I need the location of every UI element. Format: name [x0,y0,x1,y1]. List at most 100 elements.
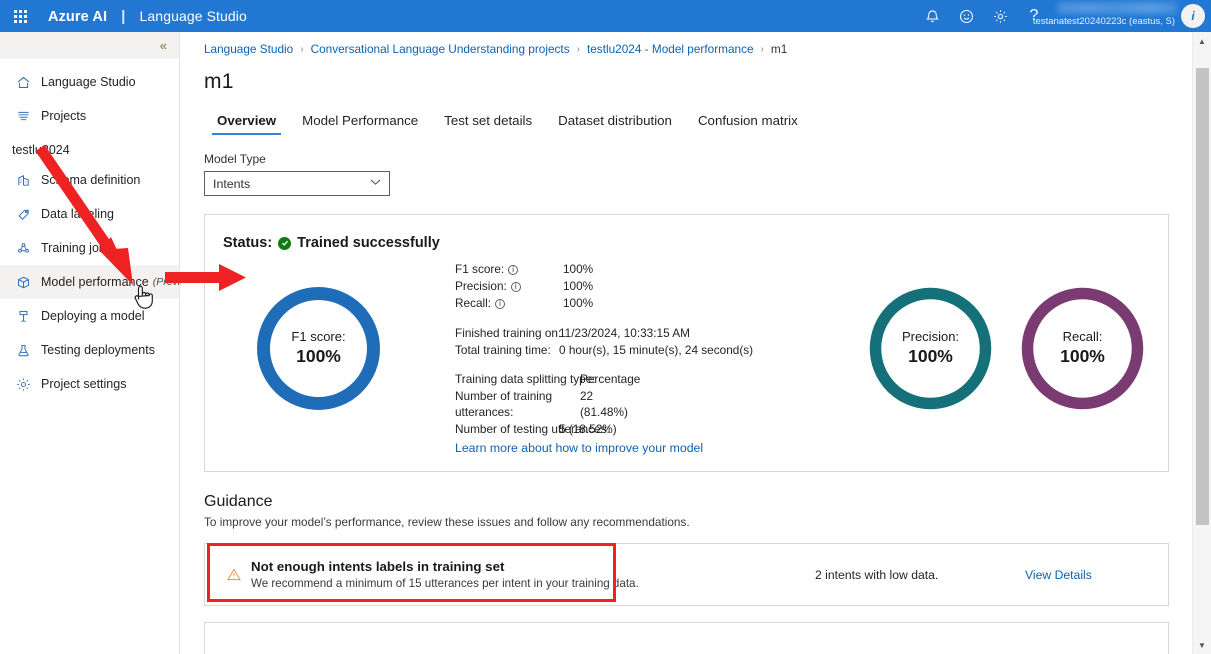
model-type-select[interactable]: Intents [204,171,390,196]
tab-dataset-distribution[interactable]: Dataset distribution [545,113,685,135]
chevron-double-left-icon: « [159,38,167,53]
sidebar-item-data-labeling[interactable]: Data labeling [0,197,179,231]
guidance-card-secondary[interactable] [204,622,1169,654]
tab-model-performance[interactable]: Model Performance [289,113,431,135]
guidance-card-title: Not enough intents labels in training se… [251,558,505,574]
status-badge: Status: Trained successfully [223,235,440,251]
sidebar-item-deploying-a-model[interactable]: Deploying a model [0,299,179,333]
metric-value-training-utterances-2: (81.48%) [580,405,628,419]
model-status-card: Status: Trained successfully F1 score: 1… [204,214,1169,472]
sidebar-item-label: Deploying a model [41,309,145,323]
breadcrumb-item-model-performance[interactable]: testlu2024 - Model performance [587,42,754,56]
sidebar-project-name: testlu2024 [12,143,70,157]
f1-score-donut: F1 score: 100% [253,283,384,414]
brand-azure-ai: Azure AI [48,8,108,25]
metric-label-testing-utterances: Number of testing utterances: [455,421,610,436]
scroll-up-button[interactable]: ▲ [1193,32,1211,50]
guidance-heading: Guidance [204,493,273,510]
sidebar-item-label: Data labeling [41,207,114,221]
metric-row-splitting-type: Training data splitting type: Percentage [455,371,785,388]
info-icon[interactable]: i [510,281,521,292]
avatar[interactable]: i [1181,4,1205,28]
account-resource-label: testanatest20240223c (eastus, S) [1032,16,1175,27]
app-launcher-grid-icon[interactable] [0,0,40,32]
metric-row-finished-training: Finished training on: 11/23/2024, 10:33:… [455,325,785,342]
home-icon [12,72,34,92]
sidebar-item-label: Model performance [41,275,149,289]
guidance-card-count: 2 intents with low data. [815,567,939,582]
sidebar-item-language-studio[interactable]: Language Studio [0,65,179,99]
success-check-icon [278,236,292,250]
metric-label-f1: F1 score: [455,262,505,276]
scrollbar-thumb[interactable] [1196,68,1209,525]
brand-title[interactable]: Azure AI | Language Studio [48,8,247,25]
guidance-subheading: To improve your model’s performance, rev… [204,515,690,529]
metric-value-testing-utterances: 5 (18.52%) [559,421,617,436]
training-network-icon [12,238,34,258]
sidebar-item-schema-definition[interactable]: Schema definition [0,163,179,197]
sidebar-item-training-jobs[interactable]: Training jobs [0,231,179,265]
left-sidebar: « Language Studio Projects testlu2024 Sc… [0,32,197,654]
breadcrumb-item-clu-projects[interactable]: Conversational Language Understanding pr… [311,42,570,56]
metric-row-training-utterances-2: utterances: (81.48%) [455,404,785,421]
breadcrumb-separator: › [760,43,764,55]
metric-row-training-utterances-1: Number of training 22 [455,388,785,405]
guidance-card-text: Not enough intents labels in training se… [251,558,639,592]
tab-confusion-matrix[interactable]: Confusion matrix [685,113,811,135]
guidance-card-view-details-link[interactable]: View Details [1025,568,1092,582]
learn-more-link[interactable]: Learn more about how to improve your mod… [455,441,703,455]
tab-overview[interactable]: Overview [204,113,289,135]
sidebar-item-label: Projects [41,109,87,123]
sidebar-item-label: Project settings [41,377,127,391]
feedback-smiley-icon[interactable] [949,0,983,32]
tab-test-set-details[interactable]: Test set details [431,113,545,135]
schema-icon [12,170,34,190]
metric-row-recall: Recall: i 100% [455,295,785,312]
metric-label-training-utterances-2: utterances: [455,405,514,419]
warning-triangle-icon [225,568,243,581]
f1-donut-value: 100% [296,345,341,366]
guidance-card-description: We recommend a minimum of 15 utterances … [251,576,639,590]
metric-value-training-time: 0 hour(s), 15 minute(s), 24 second(s) [559,342,754,357]
breadcrumb-item-current: m1 [770,42,788,56]
metrics-block: F1 score: i 100% Precision: i 100% Recal… [455,261,785,437]
breadcrumb-item-language-studio[interactable]: Language Studio [204,42,293,56]
settings-gear-icon[interactable] [983,0,1017,32]
breadcrumb: Language Studio › Conversational Languag… [181,32,1192,56]
breadcrumb-separator: › [576,43,580,55]
metric-label-precision: Precision: [455,279,507,293]
sidebar-item-testing-deployments[interactable]: Testing deployments [0,333,179,367]
sidebar-item-label: Schema definition [41,173,141,187]
metric-row-precision: Precision: i 100% [455,278,785,295]
sidebar-item-label: Testing deployments [41,343,155,357]
main-content: Language Studio › Conversational Languag… [181,32,1192,654]
f1-donut-label: F1 score: [291,329,346,345]
model-type-value: Intents [213,176,251,191]
notifications-bell-icon[interactable] [915,0,949,32]
guidance-card-low-data[interactable]: Not enough intents labels in training se… [204,543,1169,606]
sidebar-item-model-performance[interactable]: Model performance (Preview) [0,265,197,299]
scroll-down-button[interactable]: ▼ [1193,636,1211,654]
flask-icon [12,340,34,360]
info-icon[interactable]: i [508,264,519,275]
metric-value-splitting-type: Percentage [580,372,641,386]
precision-donut: Precision: 100% [865,283,996,414]
account-info[interactable]: testanatest20240223c (eastus, S) i [1033,0,1211,32]
info-icon[interactable]: i [495,298,506,309]
metric-value-recall: 100% [563,296,594,310]
sidebar-item-project-settings[interactable]: Project settings [0,367,179,401]
metric-label-finished-training: Finished training on: [455,326,562,340]
metric-value-precision: 100% [563,279,594,293]
sidebar-item-projects[interactable]: Projects [0,99,179,133]
tab-bar: Overview Model Performance Test set deta… [181,105,1192,135]
deploy-icon [12,306,34,326]
recall-donut: Recall: 100% [1017,283,1148,414]
metric-value-f1: 100% [563,262,594,276]
metric-value-training-utterances-1: 22 [580,388,594,403]
sidebar-collapse-button[interactable]: « [0,32,179,59]
top-navigation-bar: Azure AI | Language Studio ? testanatest… [0,0,1211,32]
cube-model-icon [12,272,34,292]
vertical-scrollbar[interactable]: ▲ ▼ [1192,32,1211,654]
metric-row-testing-utterances: Number of testing utterances: 5 (18.52%) [455,421,785,438]
precision-donut-label: Precision: [901,329,960,345]
